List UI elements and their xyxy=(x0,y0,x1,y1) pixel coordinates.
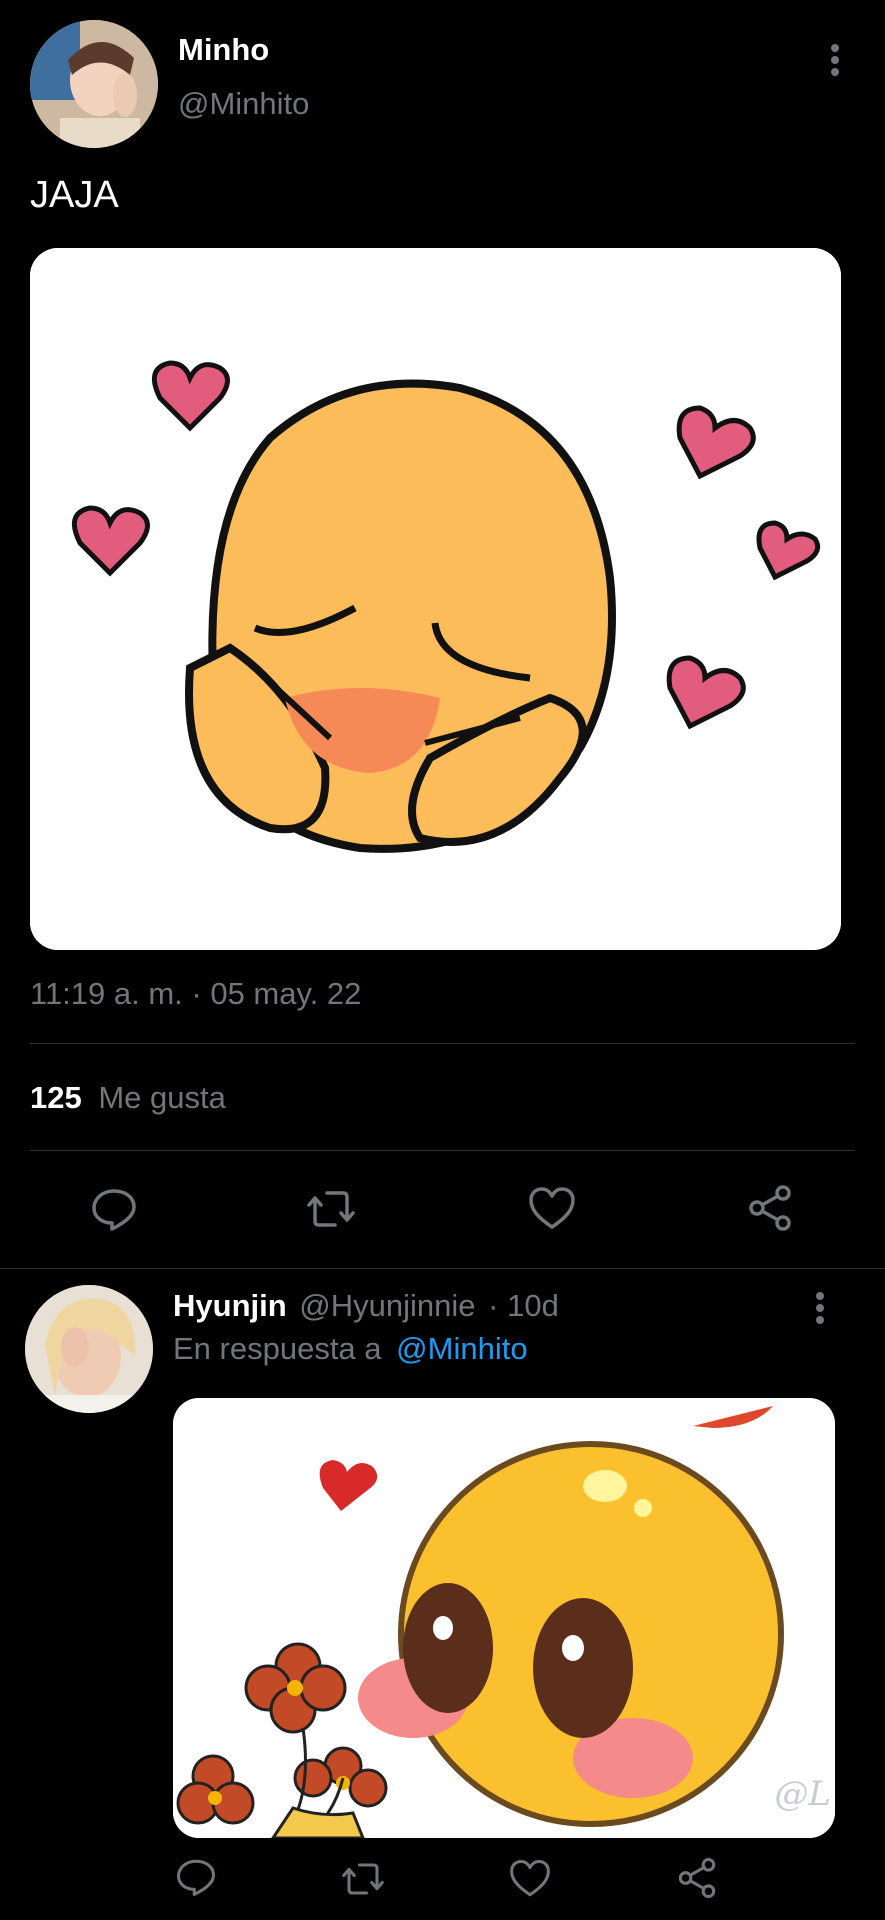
reply-time: · 10d xyxy=(488,1288,559,1323)
reply-context: En respuesta a @Minhito xyxy=(173,1331,528,1367)
reply-prefix: En respuesta a xyxy=(173,1331,382,1366)
author-name[interactable]: Minho xyxy=(178,32,269,68)
retweet-icon[interactable] xyxy=(305,1185,357,1233)
like-icon[interactable] xyxy=(527,1185,577,1233)
reply-more-icon[interactable] xyxy=(805,1288,835,1328)
reply-to-link[interactable]: @Minhito xyxy=(396,1331,527,1366)
likes-count: 125 xyxy=(30,1080,82,1115)
tweet-timestamp: 11:19 a. m. · 05 may. 22 xyxy=(30,976,362,1011)
tweet-text: JAJA xyxy=(30,174,119,216)
reply-share-icon[interactable] xyxy=(675,1856,719,1900)
reply-image-watermark: @L xyxy=(774,1774,831,1814)
likes-label: Me gusta xyxy=(98,1080,226,1115)
more-icon[interactable] xyxy=(820,40,850,80)
reply-retweet-icon[interactable] xyxy=(340,1858,386,1900)
reply-image[interactable]: @L xyxy=(173,1398,835,1838)
reply-author-name[interactable]: Hyunjin xyxy=(173,1288,287,1323)
reply-author-handle[interactable]: @Hyunjinnie xyxy=(299,1288,475,1323)
divider-1 xyxy=(30,1043,855,1044)
share-icon[interactable] xyxy=(745,1183,795,1233)
reply-header: Hyunjin @Hyunjinnie · 10d xyxy=(173,1288,559,1324)
divider-3 xyxy=(0,1268,885,1269)
author-handle[interactable]: @Minhito xyxy=(178,86,309,122)
tweet-image[interactable] xyxy=(30,248,841,950)
divider-2 xyxy=(30,1150,855,1151)
author-avatar[interactable] xyxy=(30,20,158,148)
reply-icon[interactable] xyxy=(90,1185,138,1233)
likes-row[interactable]: 125 Me gusta xyxy=(30,1080,226,1116)
reply-like-icon[interactable] xyxy=(508,1858,552,1900)
reply-reply-icon[interactable] xyxy=(175,1856,217,1898)
reply-avatar[interactable] xyxy=(25,1285,153,1413)
